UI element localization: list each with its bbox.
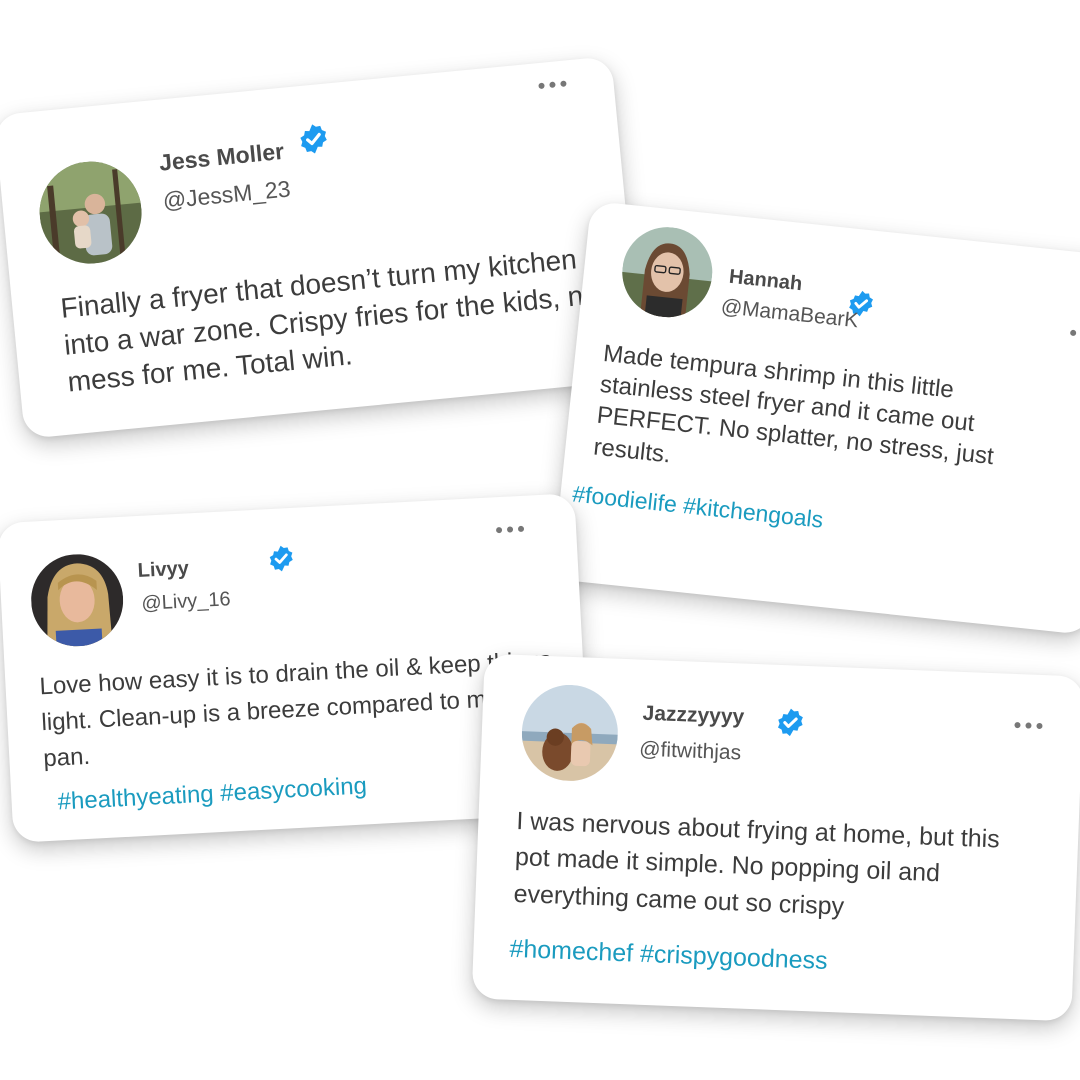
- display-name[interactable]: Jess Moller: [158, 138, 285, 177]
- user-handle[interactable]: @JessM_23: [162, 175, 292, 214]
- avatar[interactable]: [520, 683, 620, 783]
- ellipsis-icon[interactable]: [495, 525, 525, 534]
- display-name[interactable]: Hannah: [728, 266, 803, 297]
- post-hashtags[interactable]: #homecooking #messfree: [93, 403, 404, 439]
- avatar[interactable]: [617, 222, 717, 322]
- ellipsis-icon[interactable]: [538, 80, 567, 90]
- post-hashtags[interactable]: #homechef #crispygoodness: [509, 935, 828, 976]
- profile-photo: [34, 156, 147, 269]
- post-hashtags[interactable]: #foodielife #kitchengoals: [571, 481, 824, 534]
- verified-badge-icon: [267, 544, 296, 573]
- user-handle[interactable]: @Livy_16: [141, 588, 231, 616]
- avatar[interactable]: [28, 551, 126, 649]
- display-name[interactable]: Livyy: [137, 557, 189, 583]
- ellipsis-icon[interactable]: [1069, 329, 1080, 339]
- profile-photo: [520, 683, 620, 783]
- post-body: Finally a fryer that doesn’t turn my kit…: [59, 243, 601, 399]
- post-body: I was nervous about frying at home, but …: [513, 806, 1001, 921]
- tweet-card[interactable]: Jazzzyyyy @fitwithjas I was nervous abou…: [471, 653, 1080, 1022]
- tweet-card[interactable]: Hannah @MamaBearK Made tempura shrimp in…: [551, 200, 1080, 636]
- tweet-card[interactable]: Jess Moller @JessM_23 Finally a fryer th…: [0, 56, 643, 439]
- user-handle[interactable]: @fitwithjas: [639, 738, 742, 766]
- post-hashtags[interactable]: #healthyeating #easycooking: [57, 772, 368, 816]
- avatar[interactable]: [34, 156, 147, 269]
- verified-badge-icon: [296, 121, 331, 156]
- display-name[interactable]: Jazzzyyyy: [642, 702, 744, 730]
- post-body: Made tempura shrimp in this little stain…: [592, 339, 995, 471]
- user-handle[interactable]: @MamaBearK: [720, 295, 860, 333]
- profile-photo: [617, 222, 717, 322]
- profile-photo: [28, 551, 126, 649]
- ellipsis-icon[interactable]: [1014, 721, 1043, 730]
- verified-badge-icon: [775, 707, 806, 738]
